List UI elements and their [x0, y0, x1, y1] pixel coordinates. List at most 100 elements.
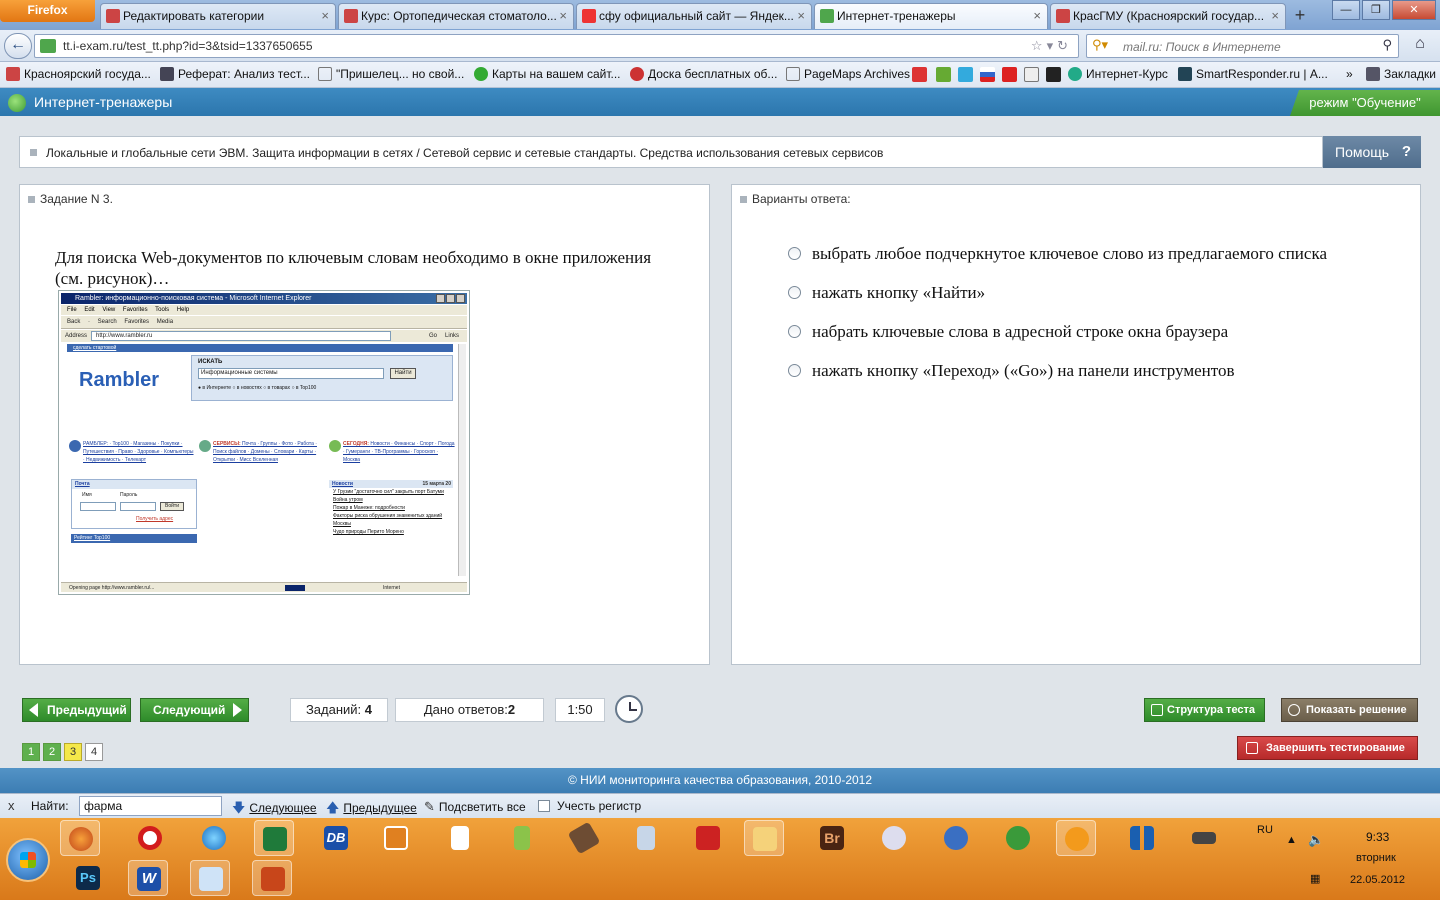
taskbar-ie[interactable]	[194, 820, 234, 856]
tab-internet-trainers[interactable]: Интернет-тренажеры ×	[814, 3, 1048, 29]
search-engine-icon[interactable]: ⚲▾	[1092, 37, 1108, 53]
tab-close-icon[interactable]: ×	[1271, 4, 1279, 28]
taskbar-save[interactable]	[688, 820, 728, 856]
answer-option[interactable]: нажать кнопку «Переход» («Go») на панели…	[788, 360, 1388, 381]
start-button[interactable]	[6, 838, 50, 882]
app-title: Интернет-тренажеры	[34, 94, 173, 110]
taskbar-db[interactable]: DB	[316, 820, 356, 856]
search-placeholder: mail.ru: Поиск в Интернете	[1123, 40, 1281, 54]
show-solution-button[interactable]: Показать решение	[1281, 698, 1418, 722]
graduation-cap-icon	[1192, 832, 1216, 844]
taskbar-opera[interactable]	[130, 820, 170, 856]
bookmark-item[interactable]: Карты на вашем сайт...	[472, 67, 621, 81]
home-button[interactable]: ⌂	[1406, 35, 1434, 57]
tray-expand-icon[interactable]: ▲	[1286, 834, 1297, 846]
krasgmu-favicon-icon	[6, 67, 20, 81]
taskbar-grid[interactable]	[1122, 820, 1162, 856]
answer-option[interactable]: нажать кнопку «Найти»	[788, 282, 1388, 303]
taskbar-app[interactable]	[874, 820, 914, 856]
bookmark-star-icon[interactable]: ☆▾↻	[1031, 38, 1072, 54]
taskbar-firefox[interactable]	[60, 820, 100, 856]
help-button[interactable]: Помощь ?	[1323, 136, 1421, 168]
page-3[interactable]: 3	[64, 743, 82, 761]
find-input[interactable]: фарма	[79, 796, 222, 816]
page-2[interactable]: 2	[43, 743, 61, 761]
taskbar-excel[interactable]	[254, 820, 294, 856]
tab-close-icon[interactable]: ×	[321, 4, 329, 28]
joomla-icon[interactable]	[1046, 67, 1061, 82]
russia-flag-icon[interactable]	[980, 67, 995, 82]
answer-radio[interactable]	[788, 364, 801, 377]
highlight-all-button[interactable]: ✎ Подсветить все	[424, 799, 526, 815]
answer-radio[interactable]	[788, 247, 801, 260]
taskbar-security[interactable]	[936, 820, 976, 856]
taskbar-globe[interactable]	[998, 820, 1038, 856]
tab-krasgmu[interactable]: КрасГМУ (Красноярский государ... ×	[1050, 3, 1286, 29]
tab-close-icon[interactable]: ×	[559, 4, 567, 28]
tab-edit-categories[interactable]: Редактировать категории ×	[100, 3, 336, 29]
ie-status-zone: Internet	[383, 585, 400, 591]
maximize-button[interactable]: ❐	[1362, 0, 1390, 20]
taskbar-notepad[interactable]	[440, 820, 480, 856]
bookmark-item[interactable]: Доска бесплатных об...	[628, 67, 777, 81]
bookmarks-overflow-button[interactable]: »	[1346, 67, 1353, 81]
taskbar-photoshop[interactable]: Ps	[68, 860, 108, 896]
test-structure-button[interactable]: Структура теста	[1144, 698, 1265, 722]
taskbar-network[interactable]	[502, 820, 542, 856]
gmail-icon[interactable]	[912, 67, 927, 82]
language-indicator[interactable]: RU	[1257, 824, 1273, 836]
windows-taskbar: DB Br Ps W RU ▲ 🔈 ▦ 9:33 вторник 22.05.2…	[0, 818, 1440, 900]
volume-icon[interactable]: 🔈	[1308, 832, 1324, 848]
five-icon[interactable]	[1024, 67, 1039, 82]
taskbar-mail-agent[interactable]	[1056, 820, 1096, 856]
taskbar-calculator[interactable]	[626, 820, 666, 856]
site-identity-icon[interactable]	[40, 39, 56, 53]
bookmark-icon[interactable]	[936, 67, 951, 82]
answer-option[interactable]: набрать ключевые слова в адресной строке…	[788, 321, 1388, 342]
bookmark-item[interactable]: Красноярский госуда...	[4, 67, 151, 81]
answer-radio[interactable]	[788, 325, 801, 338]
search-bar[interactable]: ⚲▾ mail.ru: Поиск в Интернете ⚲	[1086, 34, 1399, 58]
next-button[interactable]: Следующий	[140, 698, 249, 722]
findbar-close-icon[interactable]: x	[8, 798, 15, 813]
taskbar-powerpoint[interactable]	[252, 860, 292, 896]
url-bar[interactable]: tt.i-exam.ru/test_tt.php?id=3&tsid=13376…	[34, 34, 1079, 58]
match-case-checkbox[interactable]	[538, 800, 550, 812]
bookmark-item[interactable]: Реферат: Анализ тест...	[158, 67, 310, 81]
taskbar-windows-explorer[interactable]	[190, 860, 230, 896]
bookmark-item[interactable]: PageMaps Archives	[784, 67, 910, 81]
tab-close-icon[interactable]: ×	[797, 4, 805, 28]
bookmark-item[interactable]: SmartResponder.ru | А...	[1176, 67, 1328, 81]
tab-yandex-sfu[interactable]: сфу официальный сайт — Яндек... ×	[576, 3, 812, 29]
word-icon: W	[137, 867, 161, 891]
clock-time[interactable]: 9:33	[1366, 830, 1389, 844]
close-window-button[interactable]: ✕	[1392, 0, 1436, 20]
network-tray-icon[interactable]: ▦	[1310, 872, 1320, 885]
prev-button[interactable]: Предыдущий	[22, 698, 131, 722]
bookmarks-menu-button[interactable]: Закладки	[1364, 67, 1436, 81]
sj-icon[interactable]	[1002, 67, 1017, 82]
new-tab-button[interactable]: +	[1288, 4, 1312, 28]
answer-option[interactable]: выбрать любое подчеркнутое ключевое слов…	[788, 243, 1388, 264]
taskbar-graduation[interactable]	[1184, 820, 1224, 856]
taskbar-word[interactable]: W	[128, 860, 168, 896]
taskbar-bridge[interactable]: Br	[812, 820, 852, 856]
taskbar-media[interactable]	[376, 820, 416, 856]
search-go-icon[interactable]: ⚲	[1382, 37, 1392, 53]
bookmark-item[interactable]: Интернет-Курс	[1066, 67, 1168, 81]
twitter-icon[interactable]	[958, 67, 973, 82]
page-1[interactable]: 1	[22, 743, 40, 761]
tab-course-ortho[interactable]: Курс: Ортопедическая стоматоло... ×	[338, 3, 574, 29]
page-4[interactable]: 4	[85, 743, 103, 761]
back-button[interactable]: ←	[4, 33, 32, 59]
taskbar-paint[interactable]	[564, 820, 604, 856]
tab-close-icon[interactable]: ×	[1033, 4, 1041, 28]
firefox-menu-button[interactable]: Firefox	[0, 0, 95, 22]
answer-radio[interactable]	[788, 286, 801, 299]
minimize-button[interactable]: —	[1332, 0, 1360, 20]
maps-favicon-icon	[474, 67, 488, 81]
taskbar-explorer[interactable]	[744, 820, 784, 856]
bookmark-item[interactable]: "Пришелец... но свой...	[316, 67, 464, 81]
finish-test-button[interactable]: Завершить тестирование	[1237, 736, 1418, 760]
ie-address-field: http://www.rambler.ru	[91, 331, 391, 341]
